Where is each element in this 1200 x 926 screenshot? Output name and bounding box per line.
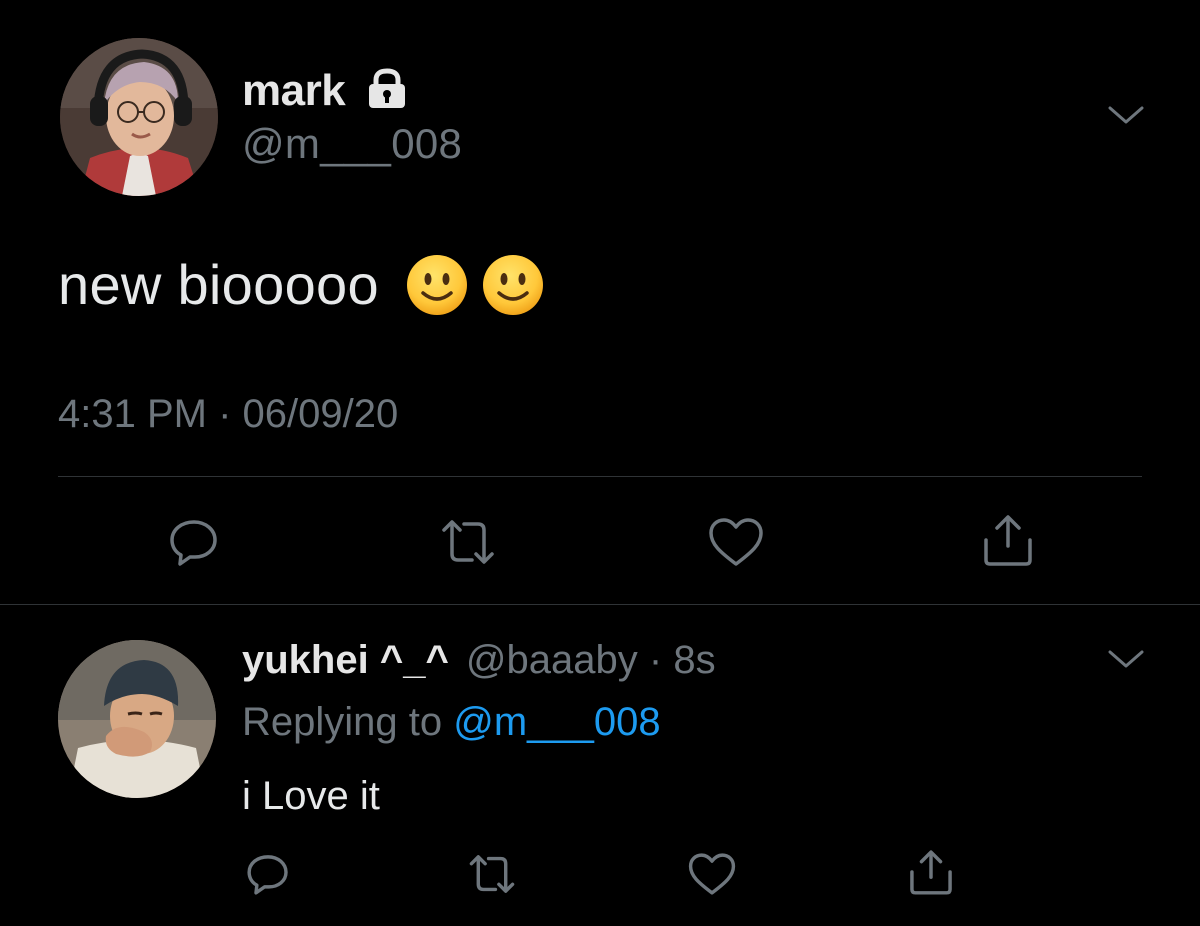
tweet-text-content: new biooooo (58, 253, 379, 316)
retweet-button[interactable] (436, 514, 500, 570)
tweet-text: new biooooo (58, 252, 545, 317)
author-avatar-image (60, 38, 218, 196)
share-button[interactable] (980, 510, 1036, 570)
retweet-icon (469, 855, 515, 893)
like-button[interactable] (686, 850, 738, 898)
lock-icon (364, 68, 410, 108)
reply-time[interactable]: 8s (673, 638, 715, 682)
slightly-smiling-face-icon (481, 253, 545, 317)
reply-header: yukhei ^_^ @baaaby · 8s (242, 638, 716, 683)
slightly-smiling-face-icon (405, 253, 469, 317)
share-button[interactable] (906, 846, 956, 898)
chevron-down-icon[interactable] (1106, 104, 1146, 128)
replying-to-mention[interactable]: @m___008 (453, 700, 660, 744)
author-avatar[interactable] (60, 38, 218, 196)
reply-icon (170, 520, 217, 566)
reply-author-avatar[interactable] (58, 640, 216, 798)
reply-icon (247, 855, 288, 895)
heart-icon (688, 853, 736, 895)
author-name[interactable]: mark (242, 66, 346, 116)
chevron-down-icon[interactable] (1106, 648, 1146, 672)
reply-author-name[interactable]: yukhei ^_^ (242, 638, 449, 682)
reply-text: i Love it (242, 774, 380, 818)
like-button[interactable] (706, 514, 766, 570)
share-icon (984, 515, 1032, 566)
replying-to-label: Replying to (242, 700, 443, 744)
share-icon (910, 850, 952, 895)
reply-author-handle[interactable]: @baaaby (466, 638, 638, 682)
heart-icon (709, 518, 763, 566)
reply-author-avatar-image (58, 640, 216, 798)
separator-dot: · (648, 638, 663, 682)
reply-button[interactable] (244, 850, 292, 898)
author-handle[interactable]: @m___008 (242, 120, 462, 168)
retweet-button[interactable] (464, 850, 520, 898)
divider (0, 604, 1200, 605)
reply-button[interactable] (166, 514, 222, 570)
tweet-timestamp[interactable]: 4:31 PM · 06/09/20 (58, 392, 398, 437)
replying-to: Replying to @m___008 (242, 700, 661, 745)
divider (58, 476, 1142, 477)
retweet-icon (442, 520, 494, 564)
